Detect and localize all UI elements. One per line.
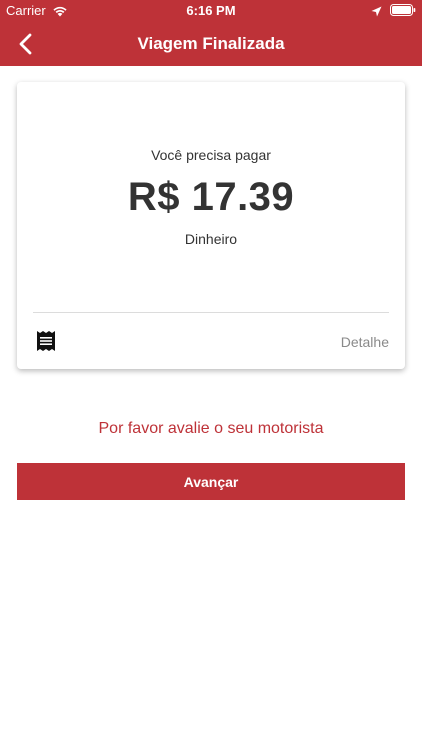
amount-value: R$ 17.39 [127, 175, 295, 219]
rate-driver-link[interactable]: Por favor avalie o seu motorista [0, 420, 422, 438]
receipt-icon[interactable] [37, 331, 55, 351]
page-title: Viagem Finalizada [137, 34, 285, 53]
location-icon [371, 5, 382, 16]
app-root: Carrier 6:16 PM Viagem Finalizada Você p… [0, 0, 422, 750]
nav-bar: Viagem Finalizada [0, 22, 422, 66]
status-bar: Carrier 6:16 PM [0, 0, 422, 22]
divider [33, 312, 389, 313]
pay-label: Você precisa pagar [151, 147, 271, 163]
detail-link[interactable]: Detalhe [341, 334, 389, 350]
status-time: 6:16 PM [186, 3, 236, 18]
battery-icon [390, 4, 416, 16]
advance-button[interactable]: Avançar [17, 463, 405, 500]
status-bar-right [371, 4, 416, 16]
payment-method: Dinheiro [184, 231, 238, 247]
header: Carrier 6:16 PM Viagem Finalizada [0, 0, 422, 66]
payment-card: Você precisa pagar R$ 17.39 Dinheiro Det… [17, 82, 405, 369]
